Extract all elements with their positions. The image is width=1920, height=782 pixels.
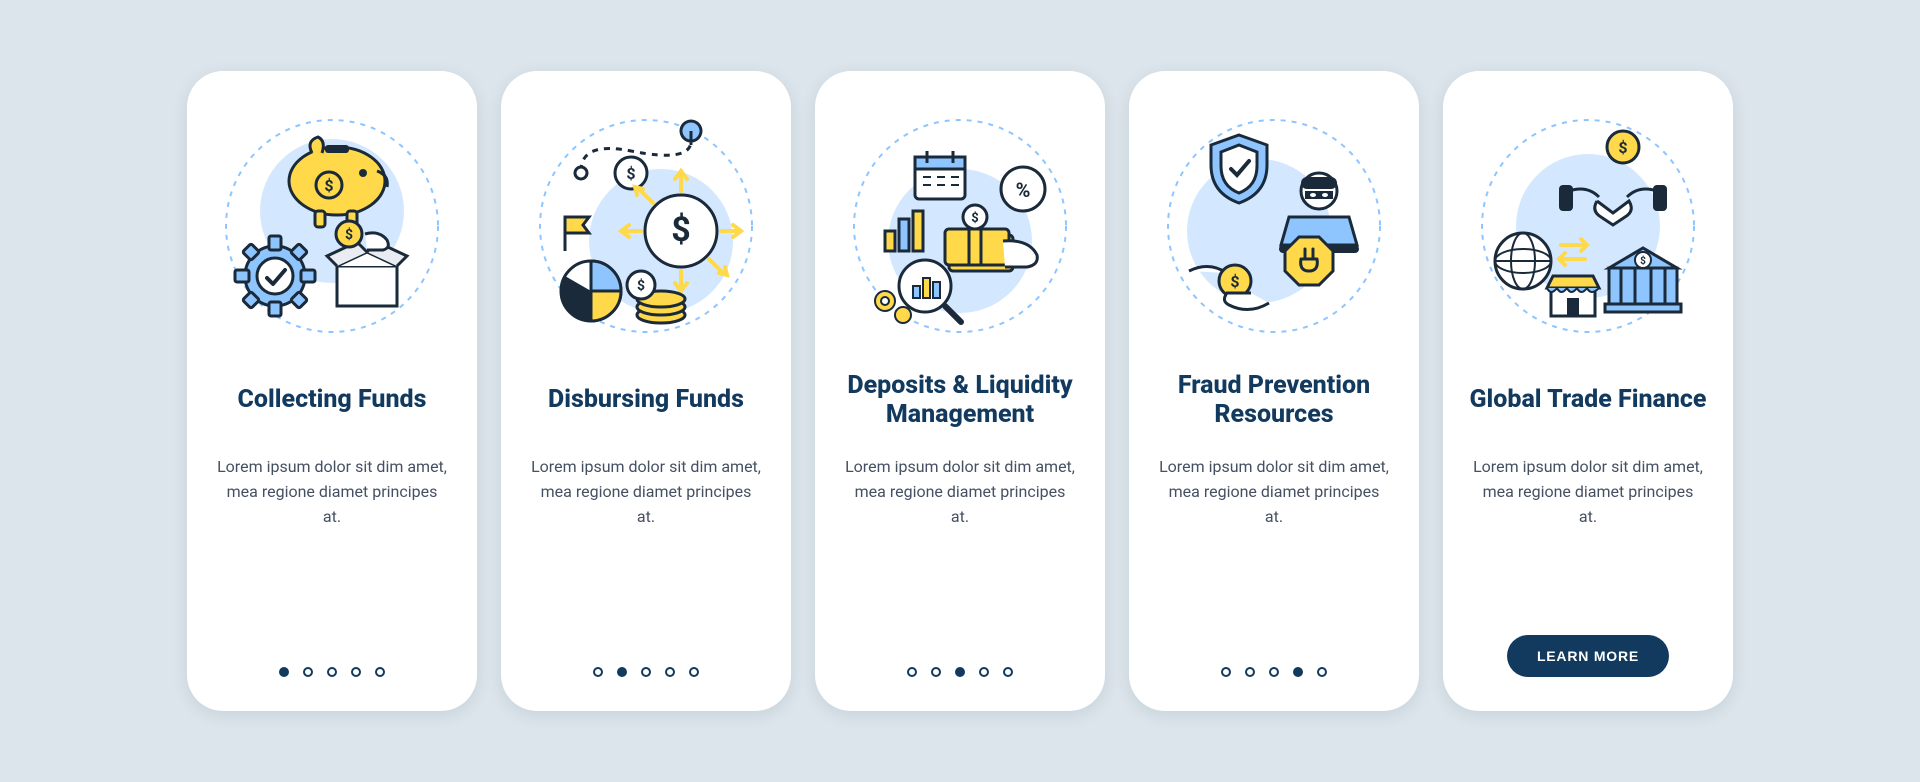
dot-1[interactable] (907, 667, 917, 677)
card-description: Lorem ipsum dolor sit dim amet, mea regi… (211, 455, 453, 529)
dot-4[interactable] (979, 667, 989, 677)
pagination-dots (1221, 667, 1327, 677)
svg-text:$: $ (1230, 272, 1239, 291)
svg-text:$: $ (637, 277, 645, 294)
card-description: Lorem ipsum dolor sit dim amet, mea regi… (839, 455, 1081, 529)
dot-3[interactable] (955, 667, 965, 677)
dot-2[interactable] (617, 667, 627, 677)
dot-1[interactable] (279, 667, 289, 677)
dot-4[interactable] (351, 667, 361, 677)
card-description: Lorem ipsum dolor sit dim amet, mea regi… (1153, 455, 1395, 529)
card-title: Fraud Prevention Resources (1153, 369, 1395, 431)
card-footer (211, 647, 453, 677)
dot-1[interactable] (1221, 667, 1231, 677)
collecting-funds-icon: $ (217, 111, 447, 341)
svg-text:%: % (1016, 178, 1031, 202)
dot-5[interactable] (689, 667, 699, 677)
dot-2[interactable] (1245, 667, 1255, 677)
fraud-prevention-icon: $ (1159, 111, 1389, 341)
card-description: Lorem ipsum dolor sit dim amet, mea regi… (525, 455, 767, 529)
svg-text:$: $ (971, 211, 978, 226)
dot-5[interactable] (375, 667, 385, 677)
card-footer (525, 647, 767, 677)
card-title: Global Trade Finance (1470, 369, 1707, 431)
svg-text:$: $ (1640, 254, 1646, 267)
card-title: Disbursing Funds (548, 369, 744, 431)
card-title: Deposits & Liquidity Management (839, 369, 1081, 431)
onboarding-card-3: % $ (815, 71, 1105, 711)
pagination-dots (279, 667, 385, 677)
card-footer (1153, 647, 1395, 677)
svg-text:$: $ (324, 176, 333, 195)
dot-2[interactable] (931, 667, 941, 677)
dot-1[interactable] (593, 667, 603, 677)
dot-2[interactable] (303, 667, 313, 677)
svg-text:$: $ (1618, 138, 1627, 157)
onboarding-card-4: $ Fraud Prevention Resources Lorem ipsum… (1129, 71, 1419, 711)
svg-text:$: $ (671, 210, 691, 250)
dot-4[interactable] (665, 667, 675, 677)
dot-3[interactable] (1269, 667, 1279, 677)
dot-5[interactable] (1317, 667, 1327, 677)
disbursing-funds-icon: $ $ (531, 111, 761, 341)
card-description: Lorem ipsum dolor sit dim amet, mea regi… (1467, 455, 1709, 529)
dot-5[interactable] (1003, 667, 1013, 677)
card-title: Collecting Funds (238, 369, 427, 431)
svg-text:$: $ (345, 226, 353, 243)
pagination-dots (907, 667, 1013, 677)
pagination-dots (593, 667, 699, 677)
card-footer (839, 647, 1081, 677)
global-trade-icon: $ (1473, 111, 1703, 341)
dot-3[interactable] (327, 667, 337, 677)
onboarding-card-5: $ (1443, 71, 1733, 711)
dot-4[interactable] (1293, 667, 1303, 677)
dot-3[interactable] (641, 667, 651, 677)
deposits-liquidity-icon: % $ (845, 111, 1075, 341)
svg-text:$: $ (626, 164, 635, 183)
onboarding-card-2: $ $ (501, 71, 791, 711)
card-footer: LEARN MORE (1467, 615, 1709, 677)
learn-more-button[interactable]: LEARN MORE (1507, 635, 1669, 677)
onboarding-card-1: $ (187, 71, 477, 711)
